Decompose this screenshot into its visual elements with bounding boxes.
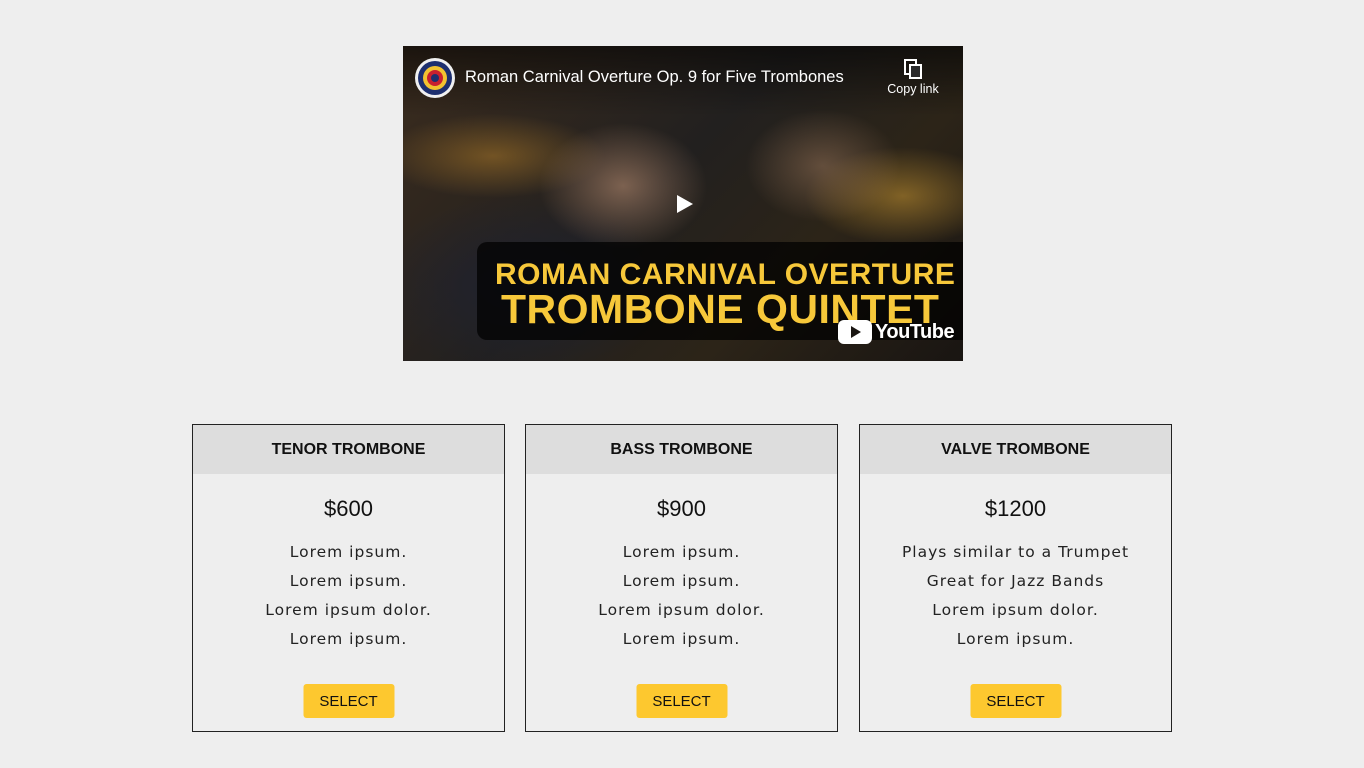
video-title[interactable]: Roman Carnival Overture Op. 9 for Five T…	[465, 68, 844, 87]
copy-icon	[904, 59, 922, 79]
select-button[interactable]: SELECT	[636, 684, 727, 718]
embedded-video-player[interactable]: Roman Carnival Overture Op. 9 for Five T…	[403, 46, 963, 361]
pricing-card-tenor: TENOR TROMBONE $600 Lorem ipsum. Lorem i…	[192, 424, 505, 732]
card-title: VALVE TROMBONE	[860, 425, 1171, 474]
pricing-card-bass: BASS TROMBONE $900 Lorem ipsum. Lorem ip…	[525, 424, 838, 732]
play-button[interactable]	[665, 189, 705, 219]
feature-item: Lorem ipsum.	[289, 630, 408, 648]
feature-item: Lorem ipsum dolor.	[598, 601, 765, 619]
feature-item: Lorem ipsum dolor.	[932, 601, 1099, 619]
feature-item: Lorem ipsum.	[622, 572, 741, 590]
feature-item: Plays similar to a Trumpet	[901, 543, 1130, 561]
feature-item: Lorem ipsum.	[956, 630, 1075, 648]
youtube-logo-text: YouTube	[875, 320, 955, 343]
card-price: $1200	[984, 496, 1047, 521]
card-title: BASS TROMBONE	[526, 425, 837, 474]
copy-link-button[interactable]: Copy link	[881, 58, 945, 106]
youtube-logo[interactable]: YouTube	[838, 320, 955, 344]
feature-item: Lorem ipsum.	[289, 572, 408, 590]
channel-logo-icon[interactable]	[415, 58, 455, 98]
feature-item: Great for Jazz Bands	[926, 572, 1105, 590]
card-title: TENOR TROMBONE	[193, 425, 504, 474]
play-icon	[677, 195, 693, 213]
feature-list: Lorem ipsum. Lorem ipsum. Lorem ipsum do…	[526, 538, 837, 654]
youtube-play-icon	[838, 320, 872, 344]
copy-link-label: Copy link	[887, 82, 939, 96]
feature-item: Lorem ipsum.	[622, 543, 741, 561]
pricing-card-valve: VALVE TROMBONE $1200 Plays similar to a …	[859, 424, 1172, 732]
select-button[interactable]: SELECT	[303, 684, 394, 718]
select-button[interactable]: SELECT	[970, 684, 1061, 718]
feature-list: Plays similar to a Trumpet Great for Jaz…	[860, 538, 1171, 654]
feature-item: Lorem ipsum.	[289, 543, 408, 561]
card-price: $600	[324, 496, 373, 521]
card-price: $900	[657, 496, 706, 521]
feature-list: Lorem ipsum. Lorem ipsum. Lorem ipsum do…	[193, 538, 504, 654]
feature-item: Lorem ipsum dolor.	[265, 601, 432, 619]
feature-item: Lorem ipsum.	[622, 630, 741, 648]
